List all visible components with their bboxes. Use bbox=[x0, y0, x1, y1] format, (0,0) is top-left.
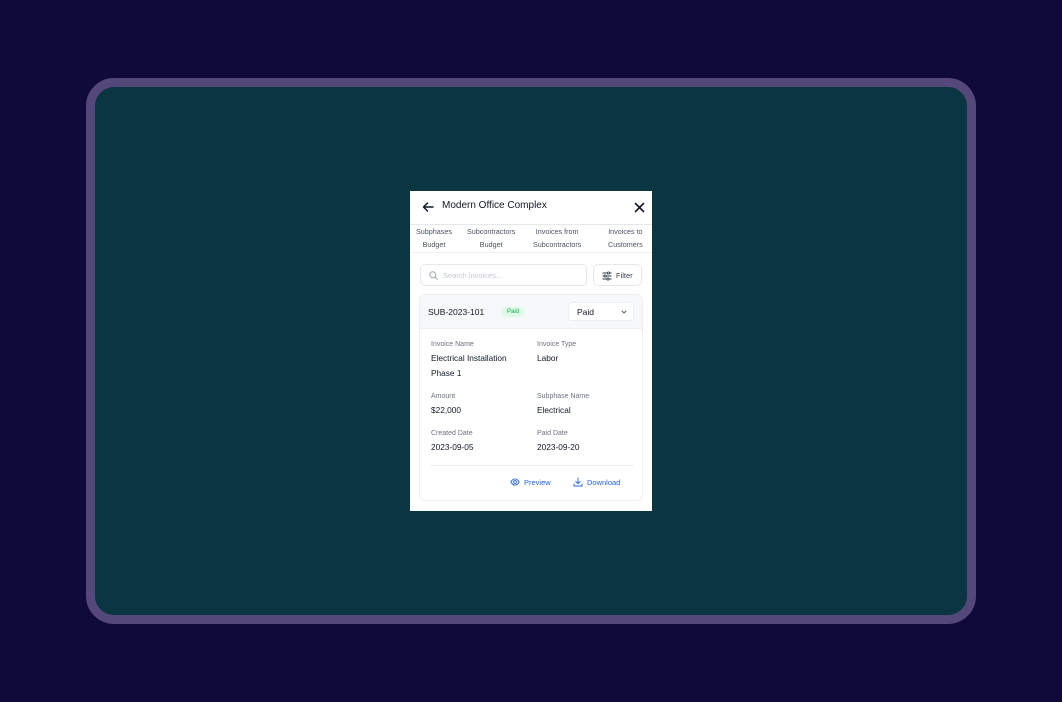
tab-subcontractors-budget[interactable]: Subcontractors Budget bbox=[467, 226, 515, 251]
chevron-down-icon bbox=[621, 310, 627, 314]
tab-label: Budget bbox=[479, 239, 503, 249]
created-date-label: Created Date bbox=[431, 430, 473, 437]
amount-value: $22,000 bbox=[431, 405, 461, 415]
search-box bbox=[420, 264, 587, 286]
paid-date-label: Paid Date bbox=[537, 430, 568, 437]
created-date-value: 2023-09-05 bbox=[431, 442, 474, 452]
invoice-type-value: Labor bbox=[537, 353, 559, 363]
tab-label: Budget bbox=[422, 239, 446, 249]
subphase-label: Subphase Name bbox=[537, 393, 590, 400]
download-icon bbox=[573, 477, 583, 487]
subphase-value: Electrical bbox=[537, 405, 571, 415]
eye-icon bbox=[510, 478, 520, 486]
tab-label: Subcontractors bbox=[467, 227, 516, 236]
paid-date-value: 2023-09-20 bbox=[537, 442, 580, 452]
tab-label: Customers bbox=[608, 239, 643, 249]
filter-sliders-icon bbox=[602, 271, 612, 281]
status-dropdown[interactable]: Paid bbox=[568, 302, 634, 321]
tab-label: Subphases bbox=[416, 227, 452, 236]
invoice-panel: Modern Office Complex Subphases Budget S… bbox=[410, 191, 652, 511]
close-icon[interactable] bbox=[634, 202, 645, 213]
amount-label: Amount bbox=[431, 393, 456, 400]
panel-header: Modern Office Complex bbox=[410, 191, 652, 225]
preview-label: Preview bbox=[524, 478, 551, 487]
tab-bar: Subphases Budget Subcontractors Budget I… bbox=[410, 225, 652, 253]
search-input[interactable] bbox=[443, 268, 583, 282]
tab-subphases-budget[interactable]: Subphases Budget bbox=[416, 226, 452, 251]
tab-label: Invoices from bbox=[535, 227, 579, 236]
invoice-name-value: Electrical Installation bbox=[431, 353, 507, 363]
download-label: Download bbox=[587, 478, 621, 487]
status-badge: Paid bbox=[502, 307, 525, 317]
back-arrow-icon[interactable] bbox=[422, 201, 434, 213]
invoice-name-label: Invoice Name bbox=[431, 341, 474, 348]
divider bbox=[430, 465, 634, 466]
tab-invoices-to-customers[interactable]: Invoices to Customers bbox=[608, 226, 643, 251]
filter-label: Filter bbox=[616, 271, 633, 280]
invoice-card: SUB-2023-101 Paid Paid Invoice Name Elec… bbox=[419, 294, 643, 501]
invoice-type-label: Invoice Type bbox=[537, 341, 577, 348]
status-value: Paid bbox=[577, 307, 595, 317]
search-icon bbox=[429, 271, 438, 280]
tab-label: Subcontractors bbox=[533, 239, 582, 249]
page-title: Modern Office Complex bbox=[442, 200, 547, 211]
invoice-id: SUB-2023-101 bbox=[428, 307, 485, 317]
tab-invoices-from-subcontractors[interactable]: Invoices from Subcontractors bbox=[533, 226, 581, 251]
invoice-card-header: SUB-2023-101 Paid Paid bbox=[420, 295, 642, 329]
tab-label: Invoices to bbox=[608, 227, 643, 236]
invoice-name-value-line2: Phase 1 bbox=[431, 368, 462, 378]
filter-button[interactable]: Filter bbox=[593, 264, 642, 286]
